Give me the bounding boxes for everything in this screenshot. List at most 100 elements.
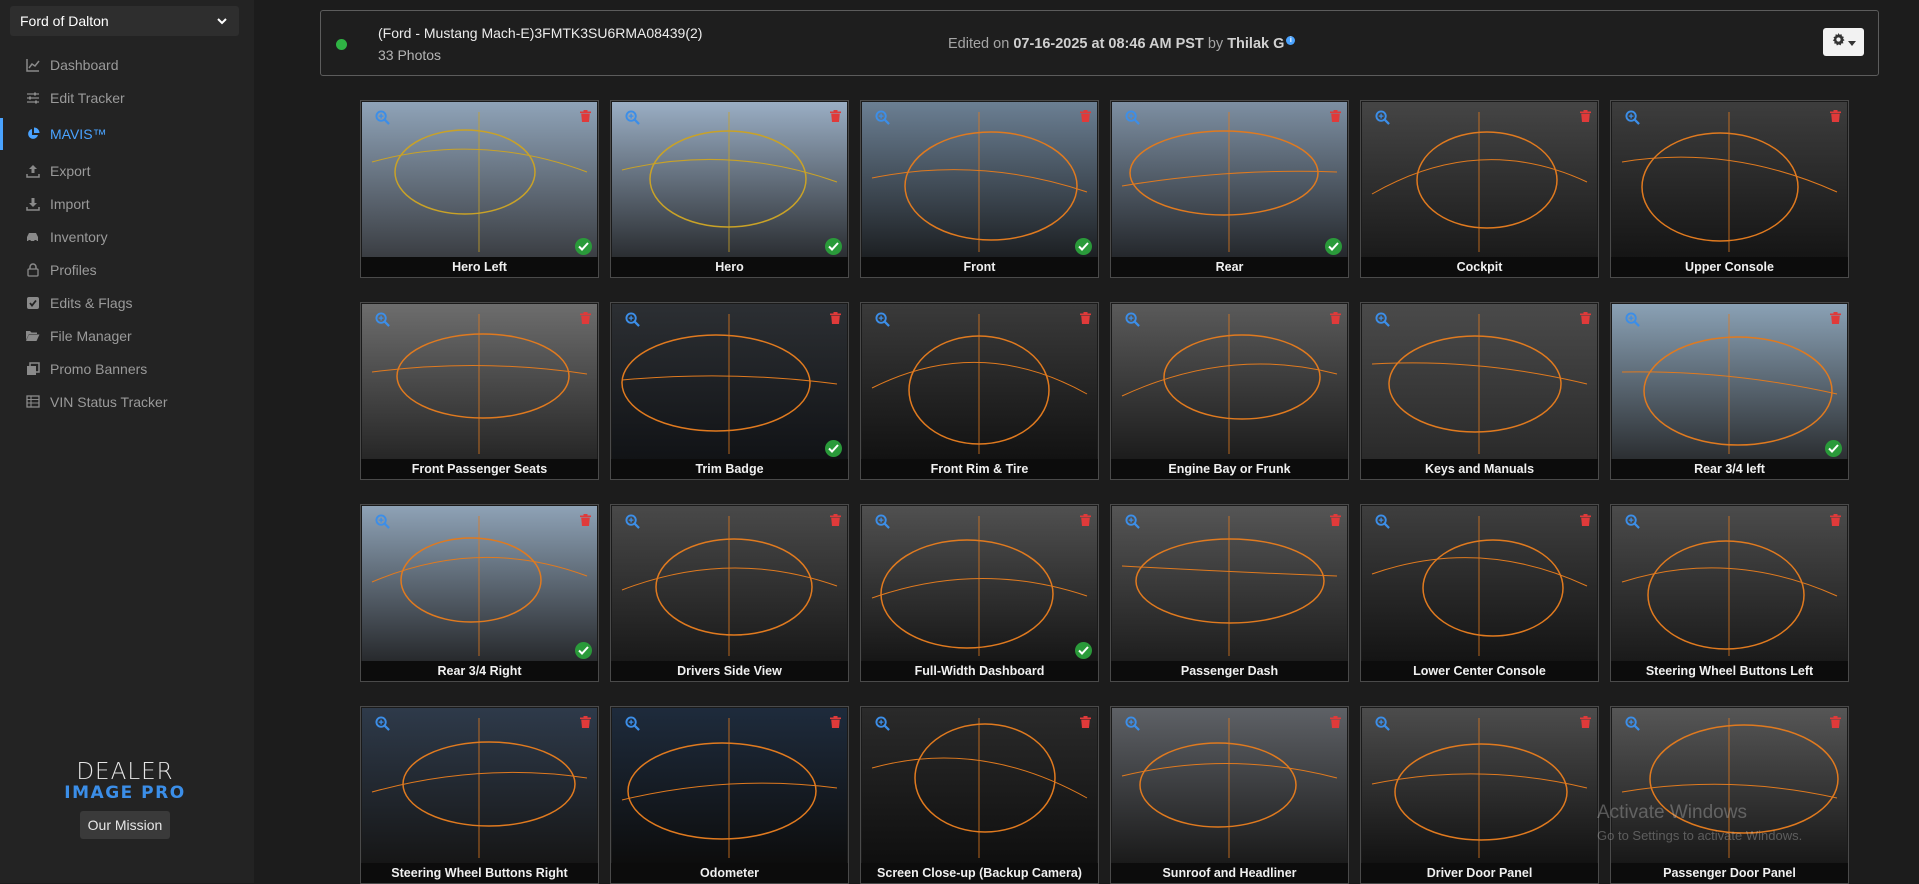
sidebar: Ford of Dalton Dashboard Edit Tracker MA… — [0, 0, 254, 883]
zoom-in-icon[interactable] — [1625, 312, 1641, 328]
photo-tile[interactable]: Front Rim & Tire — [860, 302, 1099, 480]
zoom-in-icon[interactable] — [1625, 110, 1641, 126]
zoom-in-icon[interactable] — [1125, 514, 1141, 530]
sidebar-item-profiles[interactable]: Profiles — [0, 253, 254, 286]
sidebar-item-inventory[interactable]: Inventory — [0, 220, 254, 253]
photo-caption: Hero Left — [361, 257, 598, 277]
our-mission-button[interactable]: Our Mission — [80, 811, 170, 839]
photo-tile[interactable]: Hero Left — [360, 100, 599, 278]
photo-tile[interactable]: Passenger Door Panel — [1610, 706, 1849, 884]
sidebar-item-mavis[interactable]: MAVIS™ — [0, 114, 254, 154]
photo-tile[interactable]: Trim Badge — [610, 302, 849, 480]
photo-tile[interactable]: Steering Wheel Buttons Right — [360, 706, 599, 884]
photo-tile[interactable]: Odometer — [610, 706, 849, 884]
photo-tile[interactable]: Driver Door Panel — [1360, 706, 1599, 884]
settings-dropdown-button[interactable] — [1823, 28, 1864, 56]
zoom-in-icon[interactable] — [375, 716, 391, 732]
trash-icon[interactable] — [1580, 311, 1592, 324]
sidebar-item-edit-tracker[interactable]: Edit Tracker — [0, 81, 254, 114]
photo-tile[interactable]: Screen Close-up (Backup Camera) — [860, 706, 1099, 884]
zoom-in-icon[interactable] — [1125, 312, 1141, 328]
zoom-in-icon[interactable] — [1125, 110, 1141, 126]
photo-tile[interactable]: Engine Bay or Frunk — [1110, 302, 1349, 480]
zoom-in-icon[interactable] — [875, 312, 891, 328]
trash-icon[interactable] — [830, 311, 842, 324]
photo-tile[interactable]: Lower Center Console — [1360, 504, 1599, 682]
zoom-in-icon[interactable] — [375, 312, 391, 328]
trash-icon[interactable] — [580, 715, 592, 728]
photo-tile[interactable]: Cockpit — [1360, 100, 1599, 278]
photo-tile[interactable]: Hero — [610, 100, 849, 278]
trash-icon[interactable] — [1830, 311, 1842, 324]
sidebar-item-promo-banners[interactable]: Promo Banners — [0, 352, 254, 385]
photo-tile[interactable]: Sunroof and Headliner — [1110, 706, 1349, 884]
zoom-in-icon[interactable] — [1375, 514, 1391, 530]
approved-check-icon — [825, 440, 842, 457]
trash-icon[interactable] — [1330, 109, 1342, 122]
zoom-in-icon[interactable] — [1625, 716, 1641, 732]
trash-icon[interactable] — [830, 715, 842, 728]
zoom-in-icon[interactable] — [625, 716, 641, 732]
trash-icon[interactable] — [1330, 311, 1342, 324]
trash-icon[interactable] — [1330, 513, 1342, 526]
trash-icon[interactable] — [1830, 109, 1842, 122]
edited-by-prefix: by — [1207, 36, 1224, 52]
zoom-in-icon[interactable] — [375, 110, 391, 126]
annotation-overlay — [871, 314, 1088, 454]
sidebar-item-import[interactable]: Import — [0, 187, 254, 220]
trash-icon[interactable] — [1330, 715, 1342, 728]
zoom-in-icon[interactable] — [1375, 312, 1391, 328]
photo-tile[interactable]: Steering Wheel Buttons Left — [1610, 504, 1849, 682]
photo-tile[interactable]: Rear 3/4 left — [1610, 302, 1849, 480]
trash-icon[interactable] — [1080, 513, 1092, 526]
chart-line-icon — [25, 57, 40, 72]
photo-tile[interactable]: Full-Width Dashboard — [860, 504, 1099, 682]
trash-icon[interactable] — [1580, 109, 1592, 122]
trash-icon[interactable] — [1080, 715, 1092, 728]
photo-tile[interactable]: Rear 3/4 Right — [360, 504, 599, 682]
zoom-in-icon[interactable] — [875, 110, 891, 126]
sidebar-item-dashboard[interactable]: Dashboard — [0, 48, 254, 81]
zoom-in-icon[interactable] — [1125, 716, 1141, 732]
photo-tile[interactable]: Drivers Side View — [610, 504, 849, 682]
photo-caption: Steering Wheel Buttons Right — [361, 863, 598, 883]
zoom-in-icon[interactable] — [625, 312, 641, 328]
trash-icon[interactable] — [830, 109, 842, 122]
photo-tile[interactable]: Rear — [1110, 100, 1349, 278]
trash-icon[interactable] — [1580, 513, 1592, 526]
zoom-in-icon[interactable] — [1375, 110, 1391, 126]
annotation-overlay — [1121, 516, 1338, 656]
info-icon[interactable]: i — [1286, 36, 1296, 45]
zoom-in-icon[interactable] — [1375, 716, 1391, 732]
trash-icon[interactable] — [1830, 513, 1842, 526]
photo-tile[interactable]: Upper Console — [1610, 100, 1849, 278]
annotation-overlay — [621, 516, 838, 656]
zoom-in-icon[interactable] — [625, 514, 641, 530]
photo-tile[interactable]: Passenger Dash — [1110, 504, 1349, 682]
sidebar-item-export[interactable]: Export — [0, 154, 254, 187]
trash-icon[interactable] — [1080, 311, 1092, 324]
dealer-select[interactable]: Ford of Dalton — [10, 6, 239, 36]
zoom-in-icon[interactable] — [875, 716, 891, 732]
sidebar-item-edits-flags[interactable]: Edits & Flags — [0, 286, 254, 319]
trash-icon[interactable] — [580, 513, 592, 526]
trash-icon[interactable] — [1080, 109, 1092, 122]
photo-thumbnail — [862, 708, 1097, 864]
photo-tile[interactable]: Keys and Manuals — [1360, 302, 1599, 480]
trash-icon[interactable] — [830, 513, 842, 526]
vehicle-header: (Ford - Mustang Mach-E)3FMTK3SU6RMA08439… — [320, 10, 1879, 76]
photo-tile[interactable]: Front Passenger Seats — [360, 302, 599, 480]
zoom-in-icon[interactable] — [625, 110, 641, 126]
zoom-in-icon[interactable] — [875, 514, 891, 530]
sidebar-item-vin-status-tracker[interactable]: VIN Status Tracker — [0, 385, 254, 418]
zoom-in-icon[interactable] — [1625, 514, 1641, 530]
photo-caption: Hero — [611, 257, 848, 277]
trash-icon[interactable] — [1830, 715, 1842, 728]
annotation-overlay — [1121, 112, 1338, 252]
trash-icon[interactable] — [580, 311, 592, 324]
photo-tile[interactable]: Front — [860, 100, 1099, 278]
zoom-in-icon[interactable] — [375, 514, 391, 530]
trash-icon[interactable] — [580, 109, 592, 122]
trash-icon[interactable] — [1580, 715, 1592, 728]
sidebar-item-file-manager[interactable]: File Manager — [0, 319, 254, 352]
